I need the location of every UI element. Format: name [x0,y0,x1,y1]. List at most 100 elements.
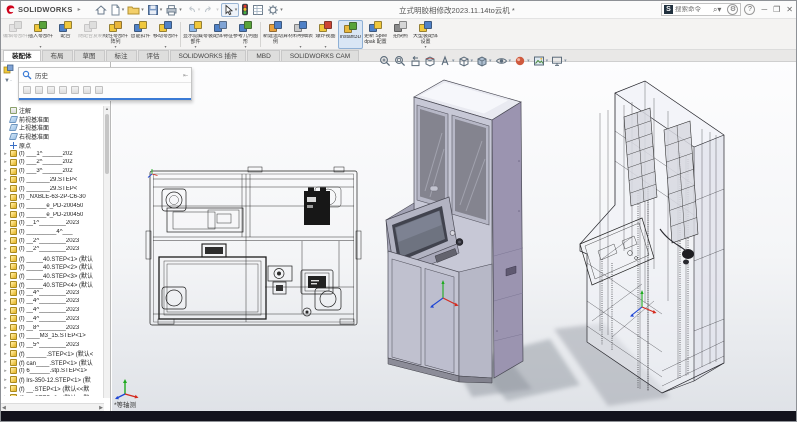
dropdown-caret[interactable]: ▾ [452,58,455,64]
tree-item[interactable]: ▸(f) __4^________2023 [1,288,104,297]
ribbon-item-10[interactable]: 参考几何图形▾ [233,20,258,49]
ribbon-item-12[interactable]: 材料明细表▾ [288,20,313,49]
ribbon-item-8[interactable]: 显示隐藏零部件▾ [183,20,208,49]
tree-item[interactable]: ▸(f) can____.STEP<1> (默认 [1,358,104,367]
rebuild-button[interactable] [240,3,250,17]
restore-button[interactable]: ❐ [773,2,780,17]
ribbon-item-17[interactable]: 大型装配体设置▾ [413,20,438,49]
tree-item[interactable]: ▸(f) _NXBLE-63-2P-C6-30 [1,193,104,202]
tree-item[interactable]: ▸(f) _____40.STEP<1> (默认 [1,254,104,263]
expand-arrow-icon[interactable]: ▸ [1,377,10,383]
expand-arrow-icon[interactable]: ▸ [1,281,10,287]
tree-item[interactable]: ▸(f) ______e_PD-200450 [1,210,104,219]
tree-item[interactable]: 上视基准面 [1,123,104,132]
flyout-filter-icon-5[interactable] [71,86,79,94]
expand-arrow-icon[interactable]: ▸ [1,255,10,261]
flyout-pin-icon[interactable]: ⇤ [183,72,188,79]
tree-item[interactable]: ▸(f) _______29.STEP< [1,176,104,185]
expand-arrow-icon[interactable]: ▸ [1,272,10,278]
tree-item[interactable]: ▸(f) _________4^___ [1,228,104,237]
scroll-left-arrow[interactable]: ◀ [2,405,6,411]
dropdown-caret[interactable]: ▾ [160,7,163,13]
minimize-button[interactable]: ─ [761,2,767,17]
tab-4[interactable]: 标注 [106,50,137,61]
flyout-caret[interactable]: ▾ [324,45,326,49]
expand-arrow-icon[interactable]: ▸ [1,229,10,235]
expand-arrow-icon[interactable]: ▸ [1,359,10,365]
print-button[interactable]: ▾ [164,3,183,17]
ribbon-item-2[interactable]: 插入零部件▾ [28,20,53,49]
tree-item[interactable]: ▸(f) ___1^______202 [1,149,104,158]
flyout-caret[interactable]: ▾ [194,45,196,49]
expand-arrow-icon[interactable]: ▸ [1,351,10,357]
tree-item[interactable]: ▸(f) __1^________2023 [1,219,104,228]
expand-arrow-icon[interactable]: ▸ [1,368,10,374]
expand-arrow-icon[interactable]: ▸ [1,168,10,174]
flyout-filter-icon-4[interactable] [59,86,67,94]
assembly-tree-icon[interactable] [3,64,14,75]
expand-arrow-icon[interactable]: ▸ [1,151,10,157]
tree-item[interactable]: ▸(f) ___2^______202 [1,158,104,167]
tree-item[interactable]: ▸(f) ____M3_15.STEP<1> [1,332,104,341]
flyout-filter-icon-3[interactable] [47,86,55,94]
tab-8[interactable]: SOLIDWORKS CAM [281,50,359,61]
scroll-thumb[interactable] [105,114,109,174]
tree-item[interactable]: ▸(f) ___3^______202 [1,167,104,176]
flyout-caret[interactable]: ▾ [114,45,116,49]
dropdown-caret[interactable]: ▾ [141,7,144,13]
display-style-icon[interactable]: ▾ [476,55,492,67]
dropdown-caret[interactable]: ▾ [509,58,512,64]
tree-item[interactable]: ▸(f) ______e_PD-200450 [1,202,104,211]
settings-circle-icon[interactable]: ⚙ [727,4,738,15]
section-view-icon[interactable] [424,55,436,67]
dropdown-caret[interactable]: ▾ [122,7,125,13]
expand-arrow-icon[interactable]: ▸ [1,186,10,192]
tree-item[interactable]: ▸(f) __8^________2023 [1,323,104,332]
tree-horizontal-scrollbar[interactable]: ◀ ▶ [1,403,104,411]
dropdown-caret[interactable]: ▾ [546,58,549,64]
tree-filter-funnel-icon[interactable]: ▼· [4,78,12,84]
ribbon-item-9[interactable]: 装配体特征 [208,20,233,49]
tab-7[interactable]: MBD [247,50,279,61]
ribbon-item-11[interactable]: 新建运动算例 [263,20,288,49]
tree-item[interactable]: ▸(f) __4^________2023 [1,297,104,306]
view-settings-icon[interactable]: ▾ [551,55,567,67]
ribbon-item-6[interactable]: 智能扣件 [128,20,153,49]
tree-item[interactable]: ▸(f) __4^________2023 [1,306,104,315]
expand-arrow-icon[interactable]: ▸ [1,212,10,218]
expand-arrow-icon[interactable]: ▸ [1,177,10,183]
select-tool-button[interactable]: ▾ [221,3,240,17]
tree-item[interactable]: ▸(f) 6______.stp.STEP<1> [1,367,104,376]
expand-arrow-icon[interactable]: ▸ [1,394,10,396]
tree-item[interactable]: 注解 [1,106,104,115]
home-button[interactable] [94,3,108,17]
tree-item[interactable]: ▸(f) _______29.STEP< [1,184,104,193]
tree-item[interactable]: ▸(f) __4^________2023 [1,315,104,324]
graphics-viewport[interactable]: ▾ ▾ ▾ ▾ ▾ ▾ ▾ [112,62,797,413]
expand-arrow-icon[interactable]: ▸ [1,194,10,200]
ribbon-item-3[interactable]: 配合 [53,20,78,49]
open-file-button[interactable]: ▾ [126,3,145,17]
flyout-caret[interactable]: ▾ [164,45,166,49]
expand-arrow-icon[interactable]: ▸ [1,298,10,304]
ribbon-item-7[interactable]: 移动零部件▾ [153,20,178,49]
tree-item[interactable]: ▸(f) __.STEP<1> (默认<<默 [1,384,104,393]
tree-item[interactable]: ▸(f) _____40.STEP<3> (默认 [1,271,104,280]
flyout-caret[interactable]: ▾ [299,45,301,49]
ribbon-item-15[interactable]: 更新 Speedpak 配置 [363,20,388,49]
ribbon-item-5[interactable]: 线性零部件阵列▾ [103,20,128,49]
flyout-filter-icon-1[interactable] [23,86,31,94]
flyout-filter-icon-6[interactable] [83,86,91,94]
zoom-area-icon[interactable] [394,55,406,67]
flyout-filter-icon-2[interactable] [35,86,43,94]
ribbon-item-14[interactable]: Instant3D [338,20,363,49]
file-properties-button[interactable] [251,3,265,17]
search-magnifier-icon[interactable]: ⌕▾ [713,2,722,17]
dropdown-caret[interactable]: ▾ [235,7,238,13]
tab-3[interactable]: 草图 [74,50,105,61]
flyout-caret[interactable]: ▾ [244,45,246,49]
tab-5[interactable]: 评估 [138,50,169,61]
menu-expand-arrow[interactable]: ▸ [78,6,81,13]
tree-item[interactable]: ▸(f) ______.STEP<1> (默认< [1,349,104,358]
new-file-button[interactable]: ▾ [109,3,126,17]
